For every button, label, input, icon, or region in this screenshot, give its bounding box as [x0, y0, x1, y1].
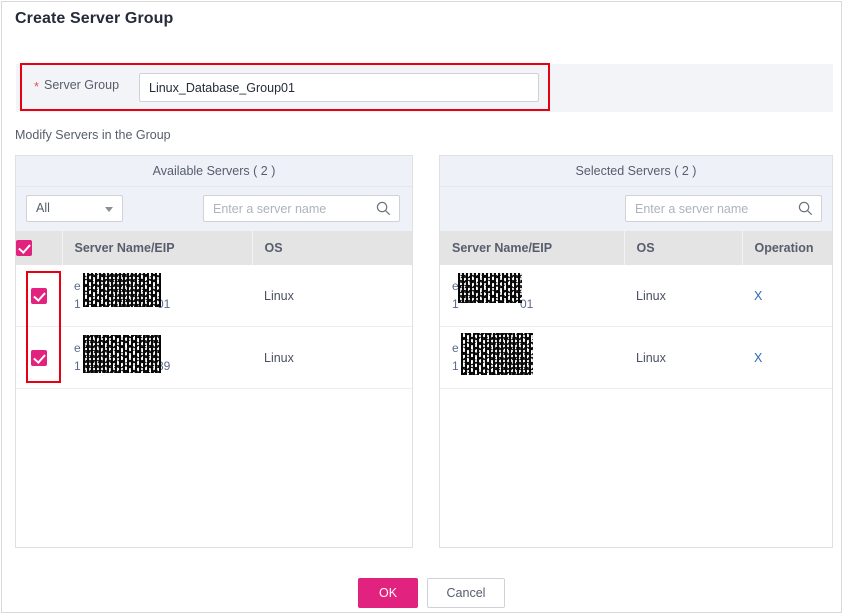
screen: Create Server Group * Server Group Modif… — [0, 0, 843, 615]
os-cell: Linux — [624, 326, 742, 389]
required-asterisk: * — [34, 79, 40, 94]
ok-button[interactable]: OK — [358, 578, 418, 608]
table-row[interactable]: e 1 39 Linux — [16, 326, 412, 389]
search-icon[interactable] — [798, 201, 813, 216]
chevron-down-icon — [105, 207, 113, 212]
col-header-operation: Operation — [742, 231, 832, 265]
create-server-group-dialog: Create Server Group * Server Group Modif… — [1, 1, 842, 613]
server-name-cell: e 1 01 — [62, 265, 252, 327]
selected-servers-table: Server Name/EIP OS Operation e 1 01 Linu… — [440, 231, 832, 389]
col-header-os: OS — [624, 231, 743, 265]
server-type-filter-value: All — [36, 201, 50, 215]
os-cell: Linux — [252, 326, 412, 389]
col-header-server-name: Server Name/EIP — [440, 231, 625, 265]
available-search-input[interactable] — [204, 196, 374, 221]
select-all-header-cell — [16, 231, 63, 265]
available-servers-panel: Available Servers ( 2 ) All Enter a serv… — [15, 155, 413, 548]
os-cell: Linux — [624, 265, 742, 327]
operation-cell: X — [742, 265, 832, 327]
row-checkbox-cell — [16, 326, 62, 389]
table-row[interactable]: e 1 01 Linux — [16, 265, 412, 327]
server-name-text: e — [452, 341, 459, 355]
row-checkbox[interactable] — [31, 349, 47, 366]
row-checkbox[interactable] — [31, 287, 47, 304]
server-ip-suffix: 01 — [520, 297, 534, 311]
server-group-form-strip: * Server Group — [16, 64, 833, 112]
page-title: Create Server Group — [15, 10, 174, 27]
search-icon[interactable] — [376, 201, 391, 216]
select-all-checkbox[interactable] — [16, 240, 32, 256]
cancel-button[interactable]: Cancel — [427, 578, 505, 608]
operation-cell: X — [742, 326, 832, 389]
server-group-name-input[interactable] — [139, 73, 539, 102]
col-header-server-name: Server Name/EIP — [62, 231, 253, 265]
os-cell: Linux — [252, 265, 412, 327]
selected-servers-toolbar — [440, 187, 832, 231]
col-header-os: OS — [252, 231, 412, 265]
redaction-block — [83, 335, 161, 373]
available-servers-table: Server Name/EIP OS e 1 01 Linux e 1 39 L… — [16, 231, 412, 389]
remove-server-button[interactable]: X — [754, 351, 762, 365]
selected-servers-header: Selected Servers ( 2 ) — [440, 156, 832, 187]
table-header-row: Server Name/EIP OS Operation — [440, 231, 832, 265]
table-row: e 1 01 Linux X — [440, 265, 832, 327]
server-name-cell: e 1 — [440, 326, 624, 389]
server-ip-text: 1 — [74, 359, 81, 373]
redaction-block — [83, 273, 161, 307]
server-name-text: e — [74, 341, 81, 355]
available-search-box[interactable] — [203, 195, 400, 222]
server-ip-text: 1 — [74, 297, 81, 311]
server-ip-text: 1 — [452, 359, 459, 373]
available-servers-header: Available Servers ( 2 ) — [16, 156, 412, 187]
available-servers-toolbar: All — [16, 187, 412, 231]
server-name-cell: e 1 39 — [62, 326, 252, 389]
server-name-cell: e 1 01 — [440, 265, 624, 327]
row-checkbox-cell — [16, 265, 62, 327]
modify-servers-label: Modify Servers in the Group — [15, 128, 171, 142]
remove-server-button[interactable]: X — [754, 289, 762, 303]
table-row: e 1 Linux X — [440, 326, 832, 389]
selected-servers-panel: Selected Servers ( 2 ) Server Name/EIP O… — [439, 155, 833, 548]
redaction-block — [458, 273, 522, 303]
server-name-text: e — [74, 279, 81, 293]
redaction-block — [461, 333, 533, 375]
selected-search-box[interactable] — [625, 195, 822, 222]
table-header-row: Server Name/EIP OS — [16, 231, 412, 265]
server-group-label: Server Group — [44, 78, 120, 92]
selected-search-input[interactable] — [626, 196, 796, 221]
server-type-filter-dropdown[interactable]: All — [26, 195, 123, 222]
